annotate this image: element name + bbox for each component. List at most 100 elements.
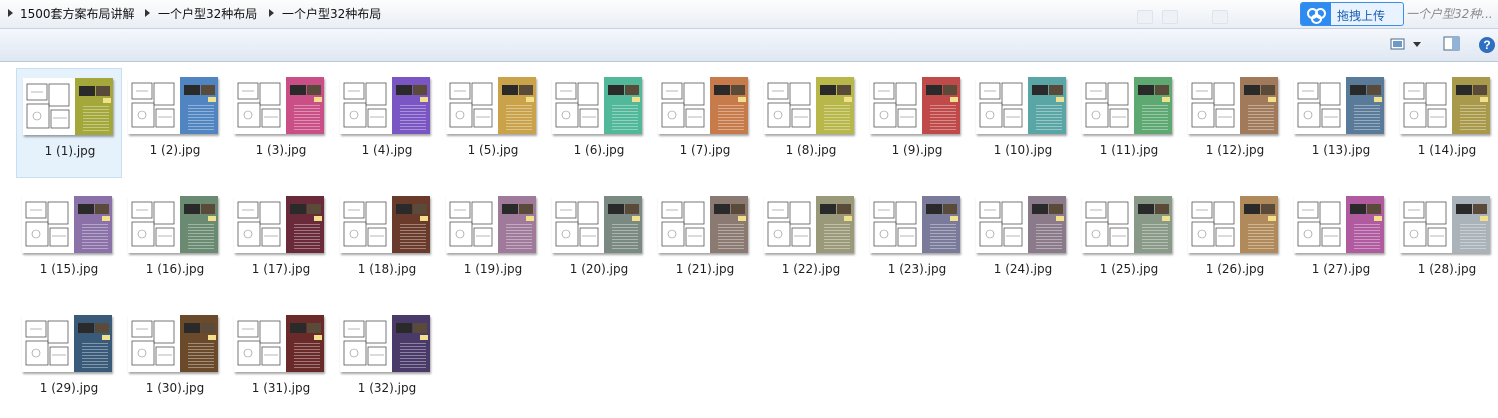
file-name[interactable]: 1 (25).jpg bbox=[1076, 262, 1182, 276]
breadcrumb-item[interactable]: 一个户型32种布局 bbox=[158, 5, 257, 22]
file-name[interactable]: 1 (5).jpg bbox=[440, 143, 546, 157]
file-thumbnail[interactable] bbox=[128, 77, 218, 134]
chevron-right-icon[interactable] bbox=[145, 9, 150, 17]
file-thumbnail[interactable] bbox=[22, 315, 112, 372]
file-name[interactable]: 1 (23).jpg bbox=[864, 262, 970, 276]
file-thumbnail[interactable] bbox=[658, 196, 748, 253]
file-item[interactable]: 1 (4).jpg bbox=[334, 68, 440, 178]
file-thumbnail[interactable] bbox=[552, 77, 642, 134]
file-name[interactable]: 1 (22).jpg bbox=[758, 262, 864, 276]
file-item[interactable]: 1 (29).jpg bbox=[16, 306, 122, 416]
file-item[interactable]: 1 (18).jpg bbox=[334, 187, 440, 297]
file-name[interactable]: 1 (10).jpg bbox=[970, 143, 1076, 157]
file-item[interactable]: 1 (16).jpg bbox=[122, 187, 228, 297]
file-name[interactable]: 1 (27).jpg bbox=[1288, 262, 1394, 276]
file-thumbnail[interactable] bbox=[552, 196, 642, 253]
file-thumbnail[interactable] bbox=[23, 78, 113, 135]
file-item[interactable]: 1 (15).jpg bbox=[16, 187, 122, 297]
file-name[interactable]: 1 (28).jpg bbox=[1394, 262, 1498, 276]
file-thumbnail[interactable] bbox=[764, 196, 854, 253]
file-thumbnail[interactable] bbox=[1400, 196, 1490, 253]
file-name[interactable]: 1 (16).jpg bbox=[122, 262, 228, 276]
file-thumbnail[interactable] bbox=[976, 196, 1066, 253]
file-thumbnail[interactable] bbox=[340, 77, 430, 134]
file-item[interactable]: 1 (23).jpg bbox=[864, 187, 970, 297]
file-name[interactable]: 1 (14).jpg bbox=[1394, 143, 1498, 157]
file-item[interactable]: 1 (5).jpg bbox=[440, 68, 546, 178]
file-name[interactable]: 1 (11).jpg bbox=[1076, 143, 1182, 157]
file-name[interactable]: 1 (1).jpg bbox=[17, 144, 123, 158]
chevron-right-icon[interactable] bbox=[8, 9, 13, 17]
file-thumbnail[interactable] bbox=[446, 196, 536, 253]
refresh-icon[interactable] bbox=[1162, 10, 1178, 24]
file-thumbnail[interactable] bbox=[870, 196, 960, 253]
file-thumbnail[interactable] bbox=[764, 77, 854, 134]
file-item[interactable]: 1 (17).jpg bbox=[228, 187, 334, 297]
file-item[interactable]: 1 (20).jpg bbox=[546, 187, 652, 297]
file-item[interactable]: 1 (30).jpg bbox=[122, 306, 228, 416]
file-name[interactable]: 1 (17).jpg bbox=[228, 262, 334, 276]
file-item[interactable]: 1 (24).jpg bbox=[970, 187, 1076, 297]
file-item[interactable]: 1 (19).jpg bbox=[440, 187, 546, 297]
file-item[interactable]: 1 (22).jpg bbox=[758, 187, 864, 297]
dropdown-icon[interactable] bbox=[1137, 10, 1153, 24]
file-name[interactable]: 1 (13).jpg bbox=[1288, 143, 1394, 157]
breadcrumb-item[interactable]: 一个户型32种布局 bbox=[282, 5, 381, 22]
file-name[interactable]: 1 (3).jpg bbox=[228, 143, 334, 157]
file-item[interactable]: 1 (28).jpg bbox=[1394, 187, 1498, 297]
file-thumbnail[interactable] bbox=[22, 196, 112, 253]
file-thumbnail[interactable] bbox=[128, 196, 218, 253]
file-thumbnail[interactable] bbox=[1294, 196, 1384, 253]
file-item[interactable]: 1 (7).jpg bbox=[652, 68, 758, 178]
file-item[interactable]: 1 (1).jpg bbox=[16, 68, 122, 178]
file-thumbnail[interactable] bbox=[1082, 77, 1172, 134]
file-thumbnail[interactable] bbox=[1400, 77, 1490, 134]
file-name[interactable]: 1 (8).jpg bbox=[758, 143, 864, 157]
file-name[interactable]: 1 (32).jpg bbox=[334, 381, 440, 395]
file-thumbnail[interactable] bbox=[340, 196, 430, 253]
file-name[interactable]: 1 (15).jpg bbox=[16, 262, 122, 276]
file-item[interactable]: 1 (8).jpg bbox=[758, 68, 864, 178]
file-name[interactable]: 1 (12).jpg bbox=[1182, 143, 1288, 157]
file-item[interactable]: 1 (25).jpg bbox=[1076, 187, 1182, 297]
address-bar[interactable]: 1500套方案布局讲解 一个户型32种布局 一个户型32种布局 拖拽上传 一个户… bbox=[0, 0, 1498, 29]
file-item[interactable]: 1 (11).jpg bbox=[1076, 68, 1182, 178]
file-name[interactable]: 1 (29).jpg bbox=[16, 381, 122, 395]
help-icon[interactable]: ? bbox=[1478, 36, 1496, 54]
file-item[interactable]: 1 (2).jpg bbox=[122, 68, 228, 178]
file-thumbnail[interactable] bbox=[1294, 77, 1384, 134]
file-thumbnail[interactable] bbox=[234, 77, 324, 134]
file-name[interactable]: 1 (6).jpg bbox=[546, 143, 652, 157]
file-item[interactable]: 1 (21).jpg bbox=[652, 187, 758, 297]
file-item[interactable]: 1 (14).jpg bbox=[1394, 68, 1498, 178]
file-name[interactable]: 1 (4).jpg bbox=[334, 143, 440, 157]
file-thumbnail[interactable] bbox=[128, 315, 218, 372]
file-name[interactable]: 1 (2).jpg bbox=[122, 143, 228, 157]
file-thumbnail[interactable] bbox=[234, 196, 324, 253]
file-thumbnail[interactable] bbox=[340, 315, 430, 372]
file-item[interactable]: 1 (31).jpg bbox=[228, 306, 334, 416]
file-thumbnail[interactable] bbox=[658, 77, 748, 134]
file-item[interactable]: 1 (32).jpg bbox=[334, 306, 440, 416]
file-item[interactable]: 1 (12).jpg bbox=[1182, 68, 1288, 178]
file-thumbnail[interactable] bbox=[1188, 196, 1278, 253]
upload-button[interactable]: 拖拽上传 bbox=[1300, 2, 1404, 26]
file-item[interactable]: 1 (9).jpg bbox=[864, 68, 970, 178]
file-item[interactable]: 1 (6).jpg bbox=[546, 68, 652, 178]
chevron-right-icon[interactable] bbox=[269, 9, 274, 17]
file-name[interactable]: 1 (18).jpg bbox=[334, 262, 440, 276]
file-name[interactable]: 1 (9).jpg bbox=[864, 143, 970, 157]
file-item[interactable]: 1 (26).jpg bbox=[1182, 187, 1288, 297]
file-thumbnail[interactable] bbox=[976, 77, 1066, 134]
chevron-down-icon[interactable] bbox=[1412, 41, 1422, 59]
file-name[interactable]: 1 (19).jpg bbox=[440, 262, 546, 276]
search-input[interactable]: 一个户型32种... bbox=[1406, 5, 1493, 22]
file-thumbnail[interactable] bbox=[870, 77, 960, 134]
file-name[interactable]: 1 (21).jpg bbox=[652, 262, 758, 276]
file-name[interactable]: 1 (26).jpg bbox=[1182, 262, 1288, 276]
file-name[interactable]: 1 (31).jpg bbox=[228, 381, 334, 395]
preview-pane-icon[interactable] bbox=[1443, 36, 1461, 54]
file-item[interactable]: 1 (10).jpg bbox=[970, 68, 1076, 178]
file-name[interactable]: 1 (30).jpg bbox=[122, 381, 228, 395]
file-name[interactable]: 1 (24).jpg bbox=[970, 262, 1076, 276]
